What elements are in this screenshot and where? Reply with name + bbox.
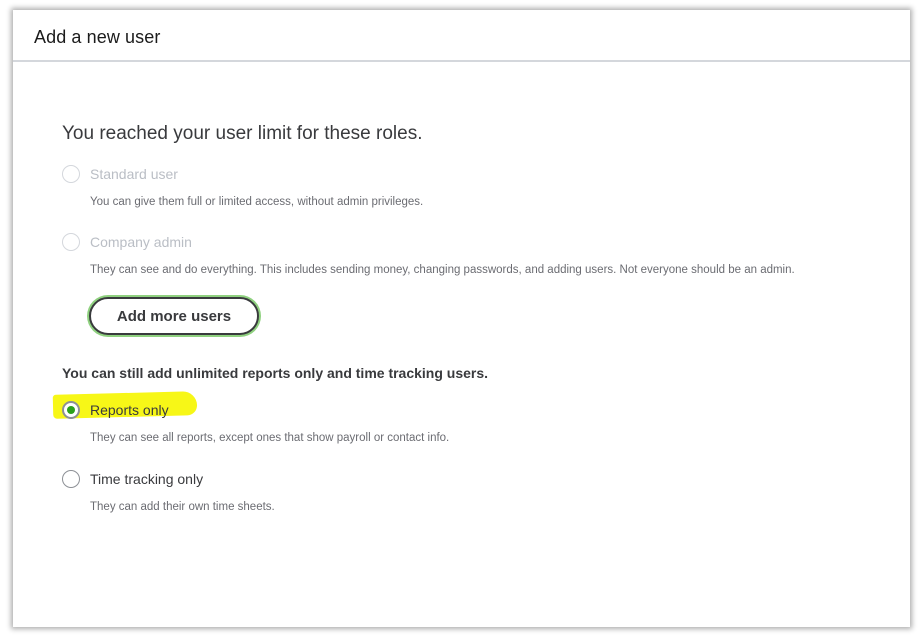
dialog-title: Add a new user — [34, 27, 161, 47]
time-tracking-only-radio[interactable] — [62, 470, 80, 488]
time-tracking-only-description: They can add their own time sheets. — [90, 501, 275, 513]
add-more-users-button[interactable]: Add more users — [89, 297, 259, 335]
dialog-header: Add a new user — [13, 10, 910, 62]
user-limit-heading: You reached your user limit for these ro… — [62, 123, 423, 144]
reports-only-description: They can see all reports, except ones th… — [90, 432, 450, 444]
unlimited-users-heading: You can still add unlimited reports only… — [62, 365, 489, 381]
company-admin-description: They can see and do everything. This inc… — [90, 264, 795, 276]
reports-only-radio[interactable] — [62, 401, 80, 419]
company-admin-radio — [62, 233, 80, 251]
standard-user-label: Standard user — [90, 166, 178, 182]
time-tracking-only-label[interactable]: Time tracking only — [90, 470, 203, 488]
standard-user-radio — [62, 165, 80, 183]
company-admin-label: Company admin — [90, 234, 192, 250]
add-user-dialog: Add a new user You reached your user lim… — [13, 10, 910, 627]
standard-user-description: You can give them full or limited access… — [90, 196, 424, 208]
reports-only-label[interactable]: Reports only — [90, 401, 169, 419]
